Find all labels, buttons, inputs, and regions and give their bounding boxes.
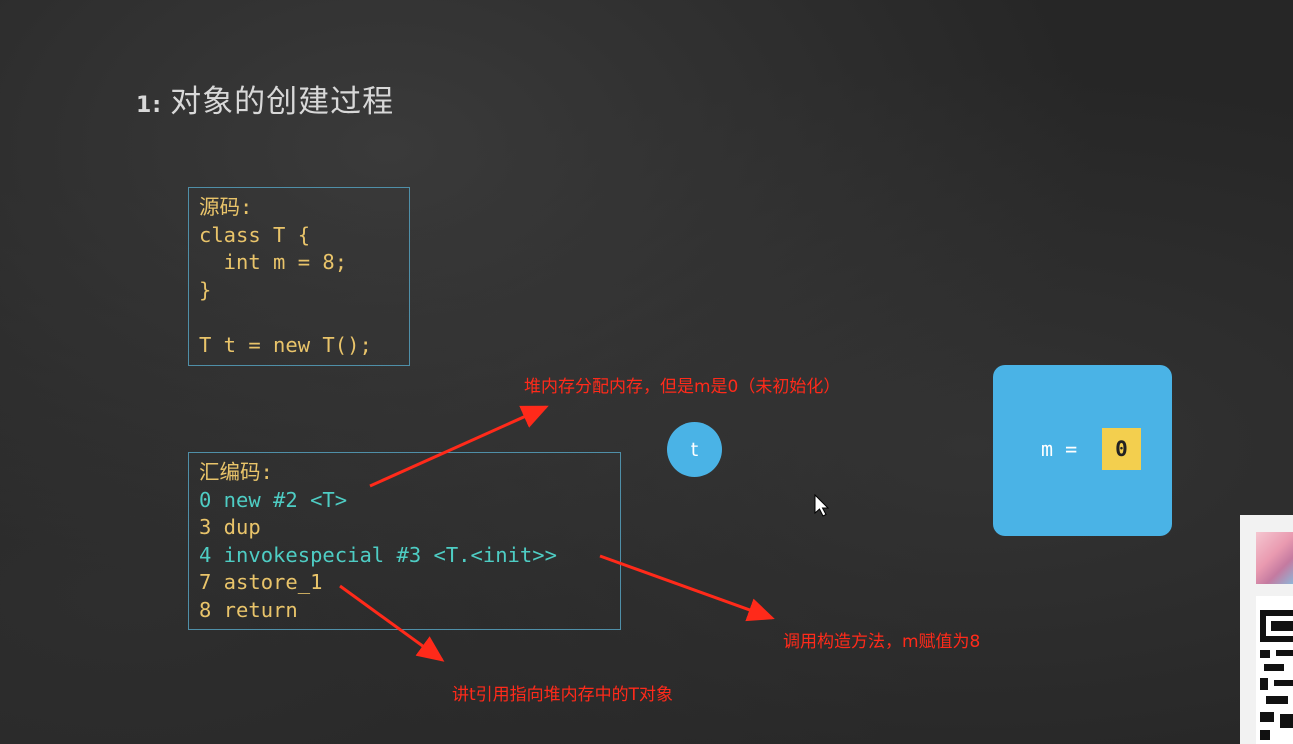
heap-object-box: m = 0 [993, 365, 1172, 536]
arrow-alloc [369, 405, 549, 488]
note-astore: 讲t引用指向堆内存中的T对象 [452, 685, 674, 705]
arrow-ctor [599, 554, 775, 622]
reference-t-circle: t [667, 422, 722, 477]
note-constructor: 调用构造方法，m赋值为8 [783, 632, 981, 652]
field-label: m = [1041, 437, 1078, 461]
qr-code-icon [1256, 596, 1293, 744]
field-value-box: 0 [1102, 428, 1141, 470]
avatar[interactable] [1256, 532, 1293, 584]
note-heap-alloc: 堆内存分配内存，但是m是0（未初始化） [524, 377, 841, 397]
mouse-cursor-icon [814, 494, 830, 517]
arrow-astore [339, 584, 445, 662]
